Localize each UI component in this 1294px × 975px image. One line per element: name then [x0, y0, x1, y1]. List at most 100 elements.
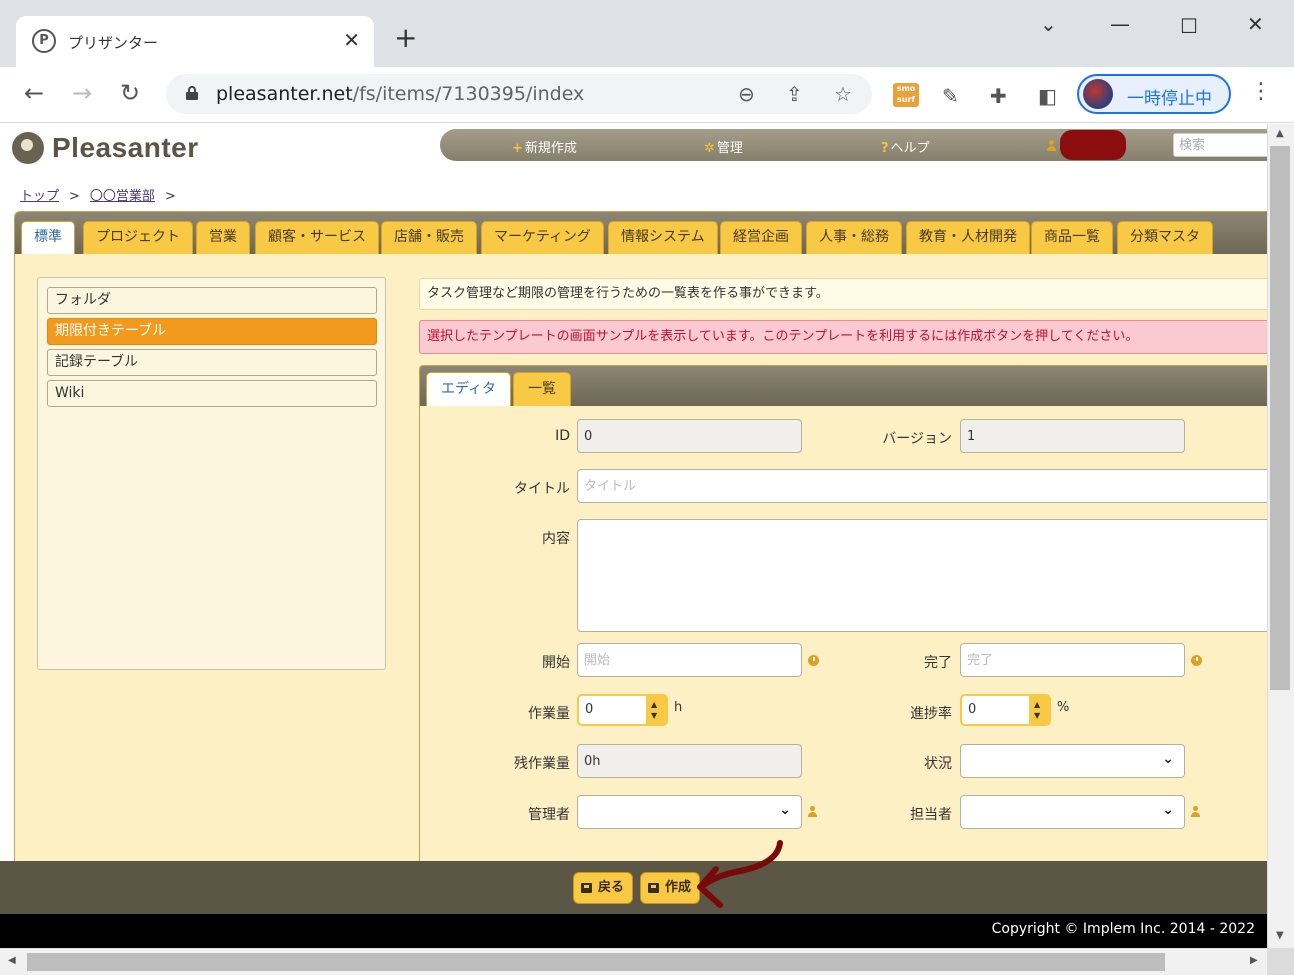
- puzzle-extensions-icon[interactable]: ✚: [990, 85, 1007, 107]
- start-label: 開始: [542, 655, 570, 671]
- body-label: 内容: [542, 531, 570, 547]
- scroll-thumb[interactable]: [1270, 146, 1290, 690]
- share-icon[interactable]: ⇪: [786, 82, 803, 106]
- user-icon: [1046, 140, 1057, 151]
- owner-select[interactable]: ⌄: [960, 795, 1185, 829]
- back-button[interactable]: 戻る: [573, 872, 634, 904]
- tab-products[interactable]: 商品一覧: [1031, 221, 1113, 254]
- sidepanel-icon[interactable]: ◧: [1038, 85, 1057, 107]
- window-close-icon[interactable]: ✕: [1247, 12, 1264, 36]
- maximize-icon[interactable]: ☐: [1180, 14, 1198, 38]
- redacted-username[interactable]: [1060, 130, 1126, 160]
- profile-button[interactable]: 一時停止中: [1077, 74, 1231, 114]
- browser-tab[interactable]: P プリザンター ✕: [16, 16, 374, 67]
- status-select[interactable]: ⌄: [960, 744, 1185, 778]
- title-input[interactable]: [577, 469, 1267, 503]
- address-bar[interactable]: pleasanter.net/fs/items/7130395/index ⊖ …: [166, 74, 872, 114]
- scroll-thumb[interactable]: [27, 953, 1165, 971]
- tab-hr[interactable]: 人事・総務: [806, 221, 902, 254]
- version-field: [960, 419, 1185, 453]
- progress-stepper[interactable]: 0 ▲ ▼: [960, 694, 1051, 726]
- tab-close-icon[interactable]: ✕: [343, 28, 360, 52]
- user-icon[interactable]: [1190, 806, 1201, 817]
- vertical-scrollbar[interactable]: ▲ ▼: [1267, 124, 1294, 948]
- search-input[interactable]: [1173, 133, 1267, 157]
- clock-icon[interactable]: [808, 655, 819, 666]
- tab-marketing[interactable]: マーケティング: [481, 221, 604, 254]
- user-icon[interactable]: [807, 806, 818, 817]
- forward-arrow-icon[interactable]: →: [72, 79, 92, 107]
- template-folder[interactable]: フォルダ: [47, 287, 377, 314]
- smo-surf-extension-icon[interactable]: smo surf: [893, 83, 919, 107]
- scroll-left-icon[interactable]: ◀: [8, 955, 16, 966]
- manager-select[interactable]: ⌄: [577, 795, 802, 829]
- notes-extension-icon[interactable]: ✎: [942, 85, 959, 107]
- complete-date-input[interactable]: [960, 643, 1185, 677]
- template-description: タスク管理など期限の管理を行うための一覧表を作る事ができます。: [419, 278, 1267, 310]
- page-viewport: Pleasanter +新規作成 ✲管理 ?ヘルプ トップ > 〇〇営業部 > 標準 …: [0, 124, 1267, 948]
- tab-project[interactable]: プロジェクト: [83, 221, 193, 254]
- browser-menu-icon[interactable]: ⋮: [1250, 79, 1272, 104]
- tab-info-system[interactable]: 情報システム: [608, 221, 718, 254]
- id-field: [577, 419, 802, 453]
- tab-sales[interactable]: 営業: [196, 221, 250, 254]
- reload-icon[interactable]: ↻: [120, 79, 140, 107]
- horizontal-scrollbar[interactable]: ◀ ▶: [0, 948, 1267, 975]
- tab-education[interactable]: 教育・人材開発: [906, 221, 1030, 254]
- start-date-input[interactable]: [577, 643, 802, 677]
- progress-value-text: 0: [968, 702, 977, 717]
- category-tabbar: 標準 プロジェクト 営業 顧客・サービス 店舗・販売 マーケティング 情報システ…: [15, 212, 1267, 254]
- stepper-arrows[interactable]: ▲ ▼: [646, 696, 666, 724]
- preview-alert: 選択したテンプレートの画面サンプルを表示しています。このテンプレートを利用するに…: [419, 320, 1267, 354]
- scroll-right-icon[interactable]: ▶: [1250, 955, 1258, 966]
- url-text: pleasanter.net/fs/items/7130395/index: [216, 83, 585, 105]
- remaining-label: 残作業量: [514, 756, 570, 772]
- chevron-down-icon: ⌄: [779, 802, 791, 818]
- scroll-down-icon[interactable]: ▼: [1276, 930, 1284, 941]
- stepper-arrows[interactable]: ▲ ▼: [1029, 696, 1049, 724]
- tab-list[interactable]: 一覧: [513, 372, 571, 406]
- breadcrumb-separator: >: [69, 189, 80, 204]
- stepper-up-icon[interactable]: ▲: [1034, 701, 1040, 709]
- work-value-text: 0: [585, 702, 594, 717]
- template-wiki[interactable]: Wiki: [47, 380, 377, 407]
- clock-icon[interactable]: [1191, 655, 1202, 666]
- stepper-down-icon[interactable]: ▼: [1034, 712, 1040, 720]
- breadcrumb-separator: >: [164, 189, 176, 204]
- minimize-icon[interactable]: —: [1110, 12, 1130, 36]
- title-label: タイトル: [514, 481, 570, 497]
- tab-standard[interactable]: 標準: [21, 221, 75, 254]
- template-deadline-table[interactable]: 期限付きテーブル: [47, 318, 377, 345]
- new-tab-icon[interactable]: +: [394, 24, 417, 52]
- tab-store-sales[interactable]: 店舗・販売: [381, 221, 477, 254]
- version-label: バージョン: [882, 431, 952, 447]
- nav-manage-button[interactable]: ✲ 管理: [704, 137, 743, 156]
- logo-bird-icon: [12, 132, 44, 164]
- action-bar: 戻る 作成: [0, 861, 1267, 914]
- zoom-icon[interactable]: ⊖: [738, 82, 755, 106]
- tab-planning[interactable]: 経営企画: [720, 221, 802, 254]
- tab-category-master[interactable]: 分類マスタ: [1117, 221, 1213, 254]
- nav-new-button[interactable]: + 新規作成: [512, 137, 577, 156]
- lock-icon: [186, 86, 198, 100]
- work-value-unit: h: [674, 700, 683, 715]
- breadcrumb-top-link[interactable]: トップ: [20, 189, 59, 204]
- back-arrow-icon[interactable]: ←: [24, 79, 44, 107]
- save-icon: [581, 883, 592, 893]
- gear-icon: ✲: [704, 141, 715, 156]
- template-record-table[interactable]: 記録テーブル: [47, 349, 377, 376]
- stepper-down-icon[interactable]: ▼: [651, 712, 657, 720]
- breadcrumb: トップ > 〇〇営業部 >: [20, 185, 186, 204]
- scroll-up-icon[interactable]: ▲: [1276, 128, 1284, 139]
- stepper-up-icon[interactable]: ▲: [651, 701, 657, 709]
- nav-help-button[interactable]: ? ヘルプ: [881, 137, 930, 156]
- tab-search-chevron-icon[interactable]: ⌄: [1040, 12, 1057, 36]
- tab-editor[interactable]: エディタ: [426, 372, 512, 406]
- browser-toolbar: ← → ↻ pleasanter.net/fs/items/7130395/in…: [0, 67, 1294, 123]
- work-value-stepper[interactable]: 0 ▲ ▼: [577, 694, 668, 726]
- tab-customer-service[interactable]: 顧客・サービス: [255, 221, 379, 254]
- breadcrumb-dept-link[interactable]: 〇〇営業部: [90, 189, 155, 204]
- body-textarea[interactable]: [577, 519, 1267, 632]
- star-icon[interactable]: ☆: [834, 82, 852, 106]
- avatar: [1083, 79, 1113, 109]
